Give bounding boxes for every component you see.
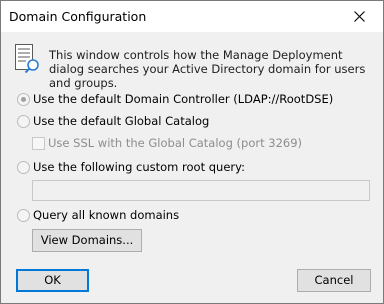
domain-configuration-dialog: Domain Configuration This window control… bbox=[0, 0, 384, 304]
server-search-icon bbox=[15, 44, 39, 74]
custom-query-label[interactable]: Use the following custom root query: bbox=[33, 160, 245, 174]
ok-button[interactable]: OK bbox=[16, 269, 89, 292]
close-icon bbox=[354, 11, 365, 22]
use-ssl-label[interactable]: Use SSL with the Global Catalog (port 32… bbox=[48, 136, 302, 150]
all-domains-radio[interactable] bbox=[17, 209, 30, 222]
dialog-content: This window controls how the Manage Depl… bbox=[1, 32, 383, 303]
use-ssl-checkbox[interactable] bbox=[32, 137, 45, 150]
default-gc-radio[interactable] bbox=[17, 115, 30, 128]
all-domains-label[interactable]: Query all known domains bbox=[33, 208, 179, 222]
default-gc-label[interactable]: Use the default Global Catalog bbox=[33, 114, 209, 128]
window-title: Domain Configuration bbox=[9, 9, 147, 24]
default-dc-radio[interactable] bbox=[17, 93, 30, 106]
default-dc-label[interactable]: Use the default Domain Controller (LDAP:… bbox=[33, 92, 333, 106]
info-description: This window controls how the Manage Depl… bbox=[49, 48, 366, 90]
custom-query-radio[interactable] bbox=[17, 161, 30, 174]
title-bar[interactable]: Domain Configuration bbox=[1, 1, 383, 32]
cancel-button[interactable]: Cancel bbox=[297, 269, 371, 292]
close-button[interactable] bbox=[337, 1, 383, 32]
custom-query-input[interactable] bbox=[32, 180, 370, 201]
view-domains-button[interactable]: View Domains... bbox=[32, 229, 142, 252]
